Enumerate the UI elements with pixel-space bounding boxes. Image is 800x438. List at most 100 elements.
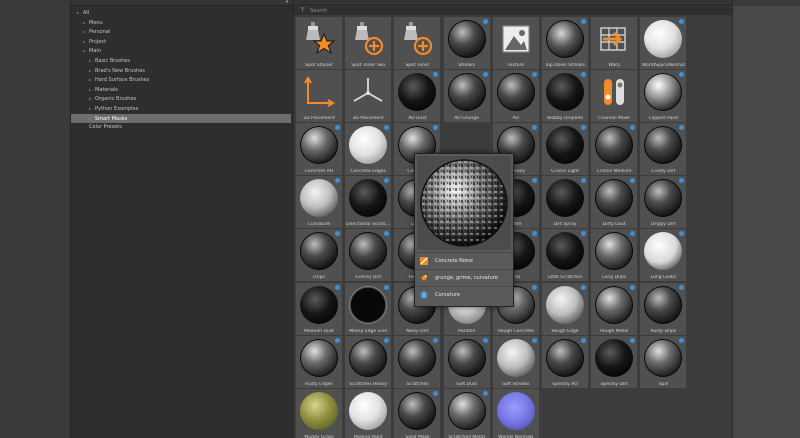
grid-tile[interactable]: Drippy Dirt	[640, 176, 687, 229]
tree-panel-header: ◂	[71, 0, 292, 6]
info-icon	[420, 291, 428, 299]
tree-item[interactable]: ▸ Main	[71, 46, 291, 55]
tile-label: Directional Scratc...	[346, 222, 391, 228]
tile-label: Blobby Droplets	[547, 116, 583, 122]
warp-icon	[600, 27, 626, 51]
grid-tile[interactable]: Speckly Dirt	[591, 335, 638, 388]
grid-tile[interactable]: Scratched Metal	[443, 388, 490, 438]
tile-thumbnail	[593, 19, 635, 59]
tree-item[interactable]: Color Presets	[71, 123, 291, 132]
grid-tile[interactable]: Dirt Spray	[542, 176, 588, 229]
grid-tile[interactable]: Drips	[296, 229, 342, 282]
grid-tile[interactable]: Peeling Paint	[345, 388, 392, 438]
search-input[interactable]: Search	[310, 7, 327, 15]
grid-tile[interactable]: Cracks Light	[542, 123, 588, 176]
search-bar[interactable]: ⊤ Search	[294, 7, 734, 15]
grid-tile[interactable]: Concrete Edges	[345, 123, 392, 176]
grid-tile[interactable]: Little Scratches	[542, 229, 588, 282]
grid-tile[interactable]: Dirty Dust	[591, 176, 638, 229]
tree-item[interactable]: ▸ Personal	[71, 27, 291, 36]
grid-tile[interactable]: Speckly AO	[542, 335, 588, 388]
grid-tile[interactable]: 3D Placement	[345, 70, 392, 123]
grid-tile[interactable]: Rough Metal	[591, 282, 638, 335]
grid-tile[interactable]: Soft Streaks	[492, 335, 539, 388]
close-icon[interactable]: ◂	[285, 0, 288, 5]
grid-tile[interactable]: Channel Mixer	[591, 70, 638, 123]
grid-tile[interactable]: Sand Mask	[394, 388, 441, 438]
tile-thumbnail	[396, 19, 438, 59]
grid-tile[interactable]: Streaks	[443, 17, 490, 69]
grid-tile[interactable]: Directional Scratc...	[345, 176, 392, 229]
grid-tile[interactable]: Concrete AO	[296, 123, 342, 176]
tree-item[interactable]: ▸ Menu	[71, 18, 291, 27]
grid-tile[interactable]: Curvature	[296, 176, 342, 229]
grid-tile[interactable]: Rusty Edges	[296, 335, 342, 388]
grid-tile[interactable]: Messy Edge Line	[345, 282, 392, 335]
thumbnail-sphere	[595, 338, 634, 377]
tile-thumbnail	[495, 391, 537, 431]
grid-tile[interactable]: Texture	[492, 17, 539, 69]
tree-item-label: Python Examples	[95, 106, 139, 112]
grid-tile[interactable]: Spot Toner	[394, 17, 441, 69]
grid-tile[interactable]: Long Leaks	[640, 229, 687, 282]
info-badge-icon	[630, 337, 636, 343]
left-frame	[0, 0, 70, 438]
thumbnail-sphere	[644, 338, 683, 377]
3d-axes-icon	[353, 78, 383, 102]
grid-tile[interactable]: Spot Stainer	[296, 17, 342, 69]
popup-type-row: Curvature	[415, 286, 513, 302]
tree-item[interactable]: ▸ Brad's New Brushes	[71, 66, 291, 75]
info-badge-icon	[581, 284, 586, 290]
grid-tile[interactable]: Blobby Droplets	[542, 70, 588, 123]
thumbnail-sphere	[644, 285, 683, 324]
grid-tile[interactable]: WorldSpaceNormal	[640, 17, 687, 69]
info-badge-icon	[531, 337, 537, 343]
tile-label: Dirty Dust	[602, 222, 626, 228]
tile-label: Spot Toner	[405, 63, 430, 68]
info-badge-icon	[581, 19, 586, 24]
image-icon	[502, 25, 530, 53]
thumbnail-sphere	[398, 73, 437, 112]
grid-tile[interactable]: Grimey Dirt	[345, 229, 392, 282]
tile-thumbnail	[446, 391, 488, 431]
thumbnail-sphere	[447, 73, 486, 112]
tree-item[interactable]: ▸ Basic Brushes	[71, 56, 291, 65]
grid-tile[interactable]: Rough Edge	[542, 282, 588, 335]
grid-tile[interactable]: Clipped Paint	[640, 70, 687, 123]
grid-tile[interactable]: Soft Dust	[443, 335, 490, 388]
grid-tile[interactable]: Scratches Heavy	[345, 335, 392, 388]
filter-icon[interactable]: ⊤	[300, 7, 305, 15]
grid-tile[interactable]: Rusty Drips	[640, 282, 687, 335]
grid-tile[interactable]: Warp	[591, 17, 638, 69]
grid-tile[interactable]: Medium Dust	[296, 282, 342, 335]
tile-label: Drips	[313, 275, 325, 281]
thumbnail-sphere	[644, 73, 683, 112]
grid-tile[interactable]: 2D Placement	[296, 70, 342, 123]
tree-item[interactable]: ▸ Project	[71, 37, 291, 46]
spot-stainer-icon	[306, 22, 336, 55]
grid-tile[interactable]: Spot Toner Two	[345, 17, 392, 69]
tree-item[interactable]: ▸ Smart Masks	[71, 113, 291, 123]
grid-tile[interactable]: Top Down Streaks	[542, 17, 588, 69]
grid-tile[interactable]: Muddy Grass	[296, 388, 342, 438]
thumbnail-sphere	[546, 20, 584, 58]
thumbnail-sphere	[595, 179, 634, 218]
tree-item[interactable]: ▸ Organic Brushes	[71, 94, 291, 103]
tree-item[interactable]: ▸ Hard Surface Brushes	[71, 75, 291, 84]
grid-tile[interactable]: AO Dust	[394, 70, 441, 123]
tree-item[interactable]: ▸ All	[71, 8, 291, 17]
grid-tile[interactable]: Cracks Medium	[591, 123, 638, 176]
tree-item[interactable]: ▸ Python Examples	[71, 104, 291, 113]
tile-label: 2D Placement	[303, 116, 335, 122]
grid-tile[interactable]: Worlds Normals	[492, 388, 539, 438]
tree-item[interactable]: ▸ Materials	[71, 85, 291, 94]
grid-tile[interactable]: AO	[492, 70, 539, 123]
grid-tile[interactable]: Long Drips	[591, 229, 638, 282]
grid-tile[interactable]: Spill	[640, 335, 687, 388]
grid-tile[interactable]: Scratches	[394, 335, 441, 388]
grid-tile[interactable]: AO Grunge	[443, 70, 490, 123]
popup-preview-sphere	[420, 159, 508, 247]
grid-tile[interactable]: Crusty Dirt	[640, 123, 687, 176]
thumbnail-sphere	[447, 20, 486, 58]
tile-thumbnail	[642, 231, 684, 271]
